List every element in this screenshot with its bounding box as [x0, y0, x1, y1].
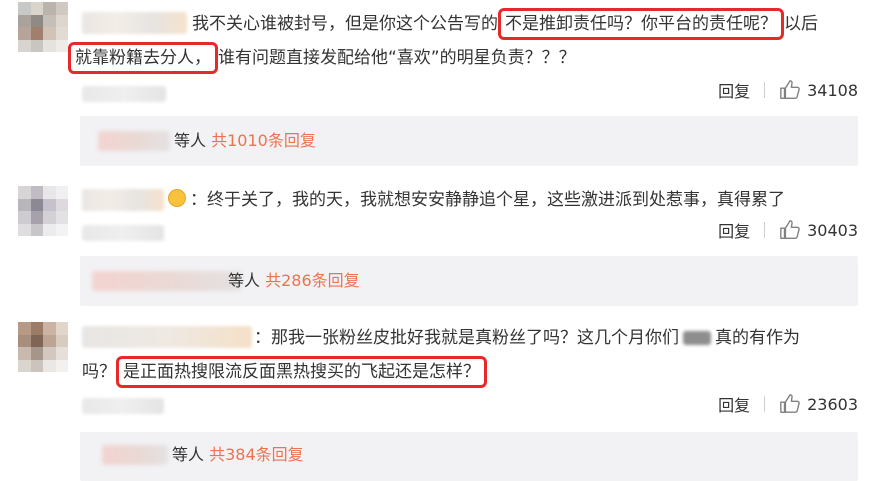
sub-reply-box[interactable]: 等人 共384条回复 [80, 432, 858, 481]
sub-reply-users-blurred [92, 271, 242, 291]
comment-text-line-2: 吗？ 是正面热搜限流反面黑热搜买的飞起还是怎样？ [82, 356, 487, 388]
comment-text-line-1: ：终于关了，我的天，我就想安安静静追个星，这些激进派到处惹事，真得累了 [190, 188, 785, 212]
comment-text-post: 以后 [784, 14, 818, 34]
divider [764, 82, 766, 98]
comment-text-pre: 我不关心谁被封号，但是你这个公告写的 [192, 14, 498, 34]
sub-reply-box[interactable]: 等人 共1010条回复 [80, 116, 858, 166]
timestamp-blurred [82, 398, 164, 414]
comment-text-rest: 谁有问题直接发配给他“喜欢”的明星负责？？？ [218, 48, 576, 68]
comment-text-line-1: 我不关心谁被封号，但是你这个公告写的 不是推卸责任吗？你平台的责任呢？ 以后 [192, 8, 818, 40]
thumbs-up-icon [780, 220, 800, 239]
username-blurred[interactable] [82, 326, 252, 348]
timestamp-blurred [82, 86, 166, 102]
timestamp-blurred [82, 225, 164, 241]
sub-reply-users-blurred [98, 131, 170, 151]
comment-text: ：终于关了，我的天，我就想安安静静追个星，这些激进派到处惹事，真得累了 [190, 190, 785, 210]
comment-actions: 回复 30403 [718, 218, 858, 242]
comment-text: ：那我一张粉丝皮批好我就是真粉丝了吗？这几个月你们 [254, 328, 679, 348]
divider [764, 396, 766, 412]
highlighted-text: 就靠粉籍去分人， [68, 42, 218, 74]
highlighted-text: 不是推卸责任吗？你平台的责任呢？ [498, 8, 784, 40]
highlighted-text: 是正面热搜限流反面黑热搜买的飞起还是怎样？ [116, 356, 487, 388]
sub-reply-summary[interactable]: 等人 共384条回复 [172, 443, 304, 467]
thumbs-up-icon [780, 394, 800, 413]
avatar[interactable] [18, 322, 68, 372]
comment-text-pre: 吗？ [82, 362, 116, 382]
divider [764, 222, 766, 238]
sub-reply-suffix: 等人 [228, 271, 261, 290]
username-blurred[interactable] [82, 189, 164, 211]
sub-reply-box[interactable]: 等人 共286条回复 [80, 256, 858, 306]
sub-reply-users-blurred [102, 445, 168, 465]
comment-actions: 回复 23603 [718, 392, 858, 416]
like-count: 34108 [807, 80, 858, 100]
sub-reply-count-link[interactable]: 共286条回复 [265, 271, 360, 290]
like-count: 30403 [807, 220, 858, 240]
like-button[interactable]: 34108 [779, 79, 858, 101]
avatar[interactable] [18, 186, 68, 236]
sub-reply-count-link[interactable]: 共1010条回复 [211, 131, 316, 150]
comment-actions: 回复 34108 [718, 78, 858, 102]
reply-button[interactable]: 回复 [718, 218, 750, 242]
sub-reply-summary[interactable]: 等人 共286条回复 [228, 269, 360, 293]
reply-button[interactable]: 回复 [718, 392, 750, 416]
emoji-icon [168, 189, 186, 207]
thumbs-up-icon [780, 80, 800, 99]
username-blurred[interactable] [82, 12, 187, 34]
sub-reply-count-link[interactable]: 共384条回复 [209, 445, 304, 464]
censored-text [683, 331, 711, 345]
comment-text-line-1: ：那我一张粉丝皮批好我就是真粉丝了吗？这几个月你们 真的有作为 [254, 326, 800, 350]
reply-button[interactable]: 回复 [718, 78, 750, 102]
avatar[interactable] [18, 2, 68, 52]
like-count: 23603 [807, 394, 858, 414]
comment-text-line-2: 就靠粉籍去分人， 谁有问题直接发配给他“喜欢”的明星负责？？？ [68, 42, 576, 74]
sub-reply-suffix: 等人 [174, 131, 207, 150]
sub-reply-suffix: 等人 [172, 445, 205, 464]
comment-text: 真的有作为 [715, 328, 800, 348]
sub-reply-summary[interactable]: 等人 共1010条回复 [174, 129, 316, 153]
like-button[interactable]: 23603 [779, 393, 858, 415]
like-button[interactable]: 30403 [779, 219, 858, 241]
